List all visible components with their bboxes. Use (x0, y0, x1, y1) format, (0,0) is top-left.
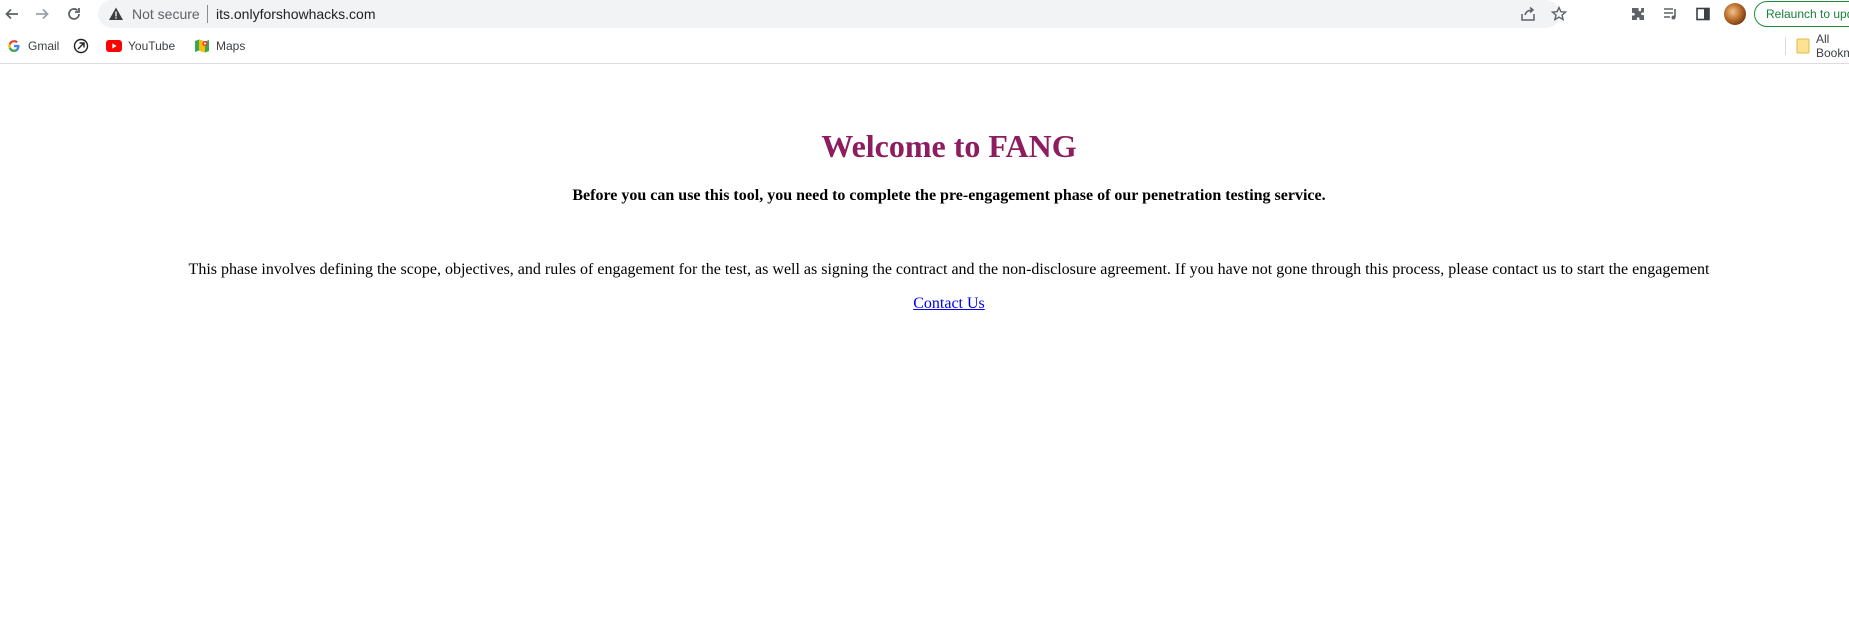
page-title: Welcome to FANG (821, 128, 1077, 164)
bookmark-maps[interactable]: Maps (194, 36, 245, 56)
security-status-label[interactable]: Not secure (132, 6, 200, 22)
page-subtitle: Before you can use this tool, you need t… (572, 187, 1326, 204)
back-button[interactable] (0, 2, 24, 26)
forward-icon (36, 8, 49, 20)
media-icon (1664, 8, 1676, 20)
reload-icon (68, 8, 80, 20)
bookmark-youtube[interactable]: YouTube (106, 36, 175, 56)
google-icon (6, 38, 22, 54)
folder-icon (1796, 38, 1810, 54)
all-bookmarks-button[interactable]: All Bookmarks (1796, 32, 1849, 60)
maps-icon (194, 38, 210, 54)
bookmarks-divider (1785, 37, 1786, 55)
bookmark-star-button[interactable] (1549, 4, 1569, 24)
bookmark-gmail[interactable]: Gmail (6, 36, 59, 56)
forward-button[interactable] (30, 2, 54, 26)
browser-toolbar: Not secure its.onlyforshowhacks.com Rela… (0, 0, 1849, 28)
share-icon (1521, 6, 1535, 21)
contact-container: Contact Us (0, 295, 1849, 313)
bookmark-label: Maps (216, 39, 246, 53)
page-content: Welcome to FANG Before you can use this … (0, 65, 1849, 624)
bookmark-label: YouTube (128, 39, 176, 53)
extensions-icon (1632, 8, 1644, 20)
bookmark-app-shortcut[interactable] (73, 36, 95, 56)
address-bar[interactable]: Not secure its.onlyforshowhacks.com (98, 0, 1567, 28)
share-button[interactable] (1518, 4, 1538, 24)
bookmarks-bar: Gmail YouTube Maps All Bookmarks (0, 28, 1849, 64)
warning-icon[interactable] (108, 6, 124, 22)
profile-avatar[interactable] (1724, 3, 1746, 25)
media-controls-button[interactable] (1661, 4, 1681, 24)
reload-button[interactable] (62, 2, 86, 26)
side-panel-button[interactable] (1693, 4, 1713, 24)
url-text[interactable]: its.onlyforshowhacks.com (216, 6, 376, 22)
side-panel-icon (1696, 7, 1710, 21)
relaunch-button[interactable]: Relaunch to update (1754, 1, 1849, 27)
bookmark-label: Gmail (28, 39, 60, 53)
youtube-icon (106, 38, 122, 54)
extensions-button[interactable] (1628, 4, 1648, 24)
engagement-description: This phase involves defining the scope, … (188, 261, 1710, 278)
star-icon (1551, 6, 1567, 22)
all-bookmarks-label: All Bookmarks (1816, 32, 1849, 60)
app-shortcut-icon (73, 38, 89, 54)
omnibox-divider (207, 5, 208, 23)
back-icon (5, 8, 18, 20)
contact-us-link[interactable]: Contact Us (913, 295, 985, 312)
